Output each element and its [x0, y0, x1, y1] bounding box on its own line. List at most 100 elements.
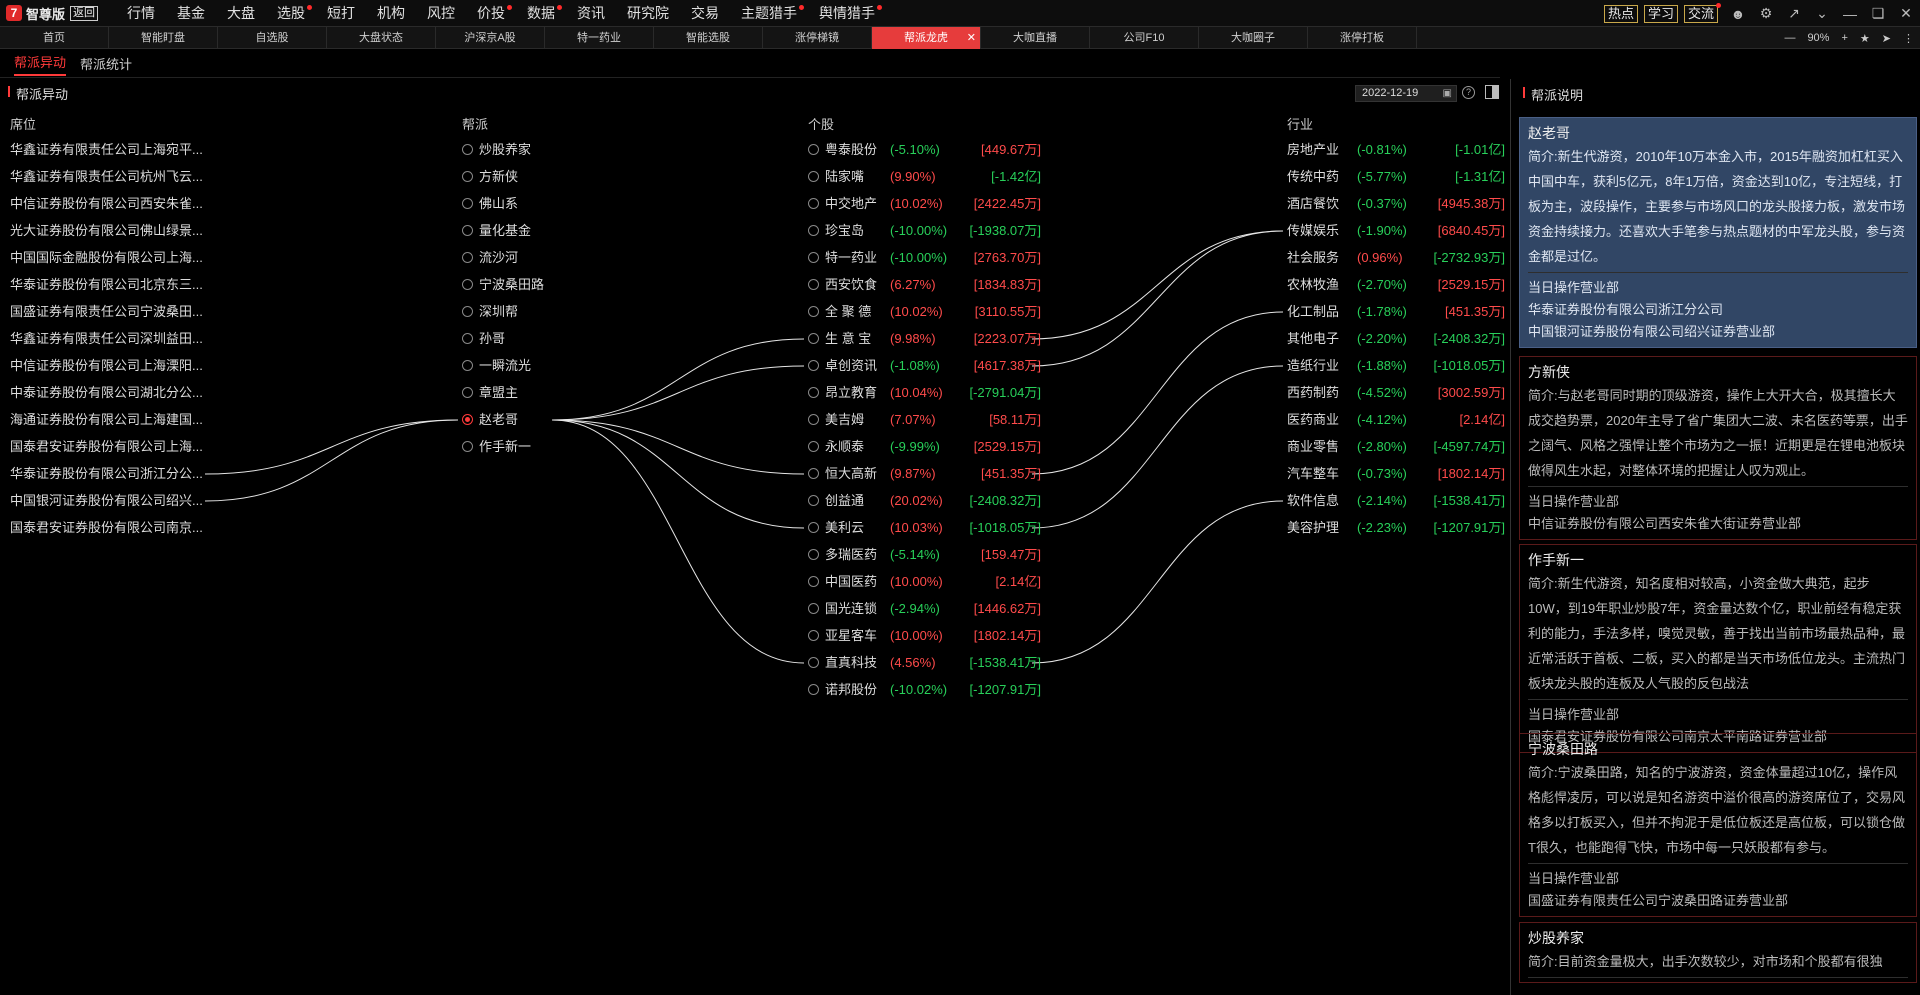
radio-button[interactable] [808, 657, 819, 668]
radio-button[interactable] [808, 387, 819, 398]
seat-row[interactable]: 国泰君安证券股份有限公司南京... [10, 517, 210, 539]
tab[interactable]: 智能选股 [654, 26, 763, 49]
stock-row[interactable]: 特一药业 (-10.00%) [2763.70万] [808, 247, 1041, 269]
stock-row[interactable]: 全 聚 德 (10.02%) [3110.55万] [808, 301, 1041, 323]
industry-row[interactable]: 软件信息 (-2.14%) [-1538.41万] [1287, 490, 1505, 512]
stock-row[interactable]: 卓创资讯 (-1.08%) [4617.38万] [808, 355, 1041, 377]
menu-item[interactable]: 资讯 [566, 0, 616, 27]
radio-button[interactable] [808, 576, 819, 587]
radio-button[interactable] [462, 306, 473, 317]
faction-row[interactable]: 佛山系 [462, 193, 518, 215]
radio-button[interactable] [462, 252, 473, 263]
seat-row[interactable]: 华鑫证券有限责任公司杭州飞云... [10, 166, 210, 188]
zoom-out-icon[interactable]: — [1784, 32, 1795, 44]
seat-row[interactable]: 国泰君安证券股份有限公司上海... [10, 436, 210, 458]
radio-button[interactable] [808, 630, 819, 641]
radio-button[interactable] [808, 252, 819, 263]
zoom-in-icon[interactable]: + [1841, 32, 1847, 44]
faction-card[interactable]: 作手新一 简介:新生代游资，知名度相对较高，小资金做大典范，起步10W，到19年职… [1519, 544, 1917, 753]
tab[interactable]: 首页 [0, 26, 109, 49]
tab[interactable]: 大盘状态 [327, 26, 436, 49]
industry-row[interactable]: 美容护理 (-2.23%) [-1207.91万] [1287, 517, 1505, 539]
faction-row[interactable]: 炒股养家 [462, 139, 531, 161]
radio-button[interactable] [808, 414, 819, 425]
faction-card[interactable]: 赵老哥 简介:新生代游资，2010年10万本金入市，2015年融资加杠杠买入中国中… [1519, 117, 1917, 348]
stock-row[interactable]: 亚星客车 (10.00%) [1802.14万] [808, 625, 1041, 647]
menu-item[interactable]: 价投 [466, 0, 516, 27]
chevron-down-icon[interactable]: ⌄ [1808, 5, 1836, 22]
seat-row[interactable]: 华泰证券股份有限公司北京东三... [10, 274, 210, 296]
settings-icon[interactable]: ⚙ [1752, 5, 1780, 22]
menu-item[interactable]: 大盘 [216, 0, 266, 27]
seat-row[interactable]: 海通证券股份有限公司上海建国... [10, 409, 210, 431]
favorite-icon[interactable]: ★ [1860, 32, 1870, 45]
radio-button[interactable] [462, 198, 473, 209]
stock-row[interactable]: 陆家嘴 (9.90%) [-1.42亿] [808, 166, 1041, 188]
tab[interactable]: 自选股 [218, 26, 327, 49]
radio-button[interactable] [808, 279, 819, 290]
layout-toggle-icon[interactable] [1485, 85, 1499, 99]
faction-row[interactable]: 作手新一 [462, 436, 531, 458]
radio-button[interactable] [462, 414, 473, 425]
stock-row[interactable]: 昂立教育 (10.04%) [-2791.04万] [808, 382, 1041, 404]
stock-row[interactable]: 粤泰股份 (-5.10%) [449.67万] [808, 139, 1041, 161]
menu-item[interactable]: 数据 [516, 0, 566, 27]
stock-row[interactable]: 诺邦股份 (-10.02%) [-1207.91万] [808, 679, 1041, 701]
faction-row[interactable]: 量化基金 [462, 220, 531, 242]
faction-card[interactable]: 宁波桑田路 简介:宁波桑田路，知名的宁波游资，资金体量超过10亿，操作风格彪悍凌厉… [1519, 733, 1917, 917]
close-icon[interactable]: ✕ [1892, 5, 1920, 22]
seat-row[interactable]: 华泰证券股份有限公司浙江分公... [10, 463, 210, 485]
stock-row[interactable]: 直真科技 (4.56%) [-1538.41万] [808, 652, 1041, 674]
stock-row[interactable]: 中国医药 (10.00%) [2.14亿] [808, 571, 1041, 593]
faction-row[interactable]: 章盟主 [462, 382, 518, 404]
radio-button[interactable] [462, 387, 473, 398]
restore-icon[interactable]: ❏ [1864, 5, 1892, 22]
stock-row[interactable]: 创益通 (20.02%) [-2408.32万] [808, 490, 1041, 512]
radio-button[interactable] [462, 333, 473, 344]
seat-row[interactable]: 国盛证券有限责任公司宁波桑田... [10, 301, 210, 323]
learn-button[interactable]: 学习 [1643, 4, 1678, 23]
stock-row[interactable]: 美吉姆 (7.07%) [58.11万] [808, 409, 1041, 431]
app-logo[interactable]: 7 智尊版 返回 [0, 0, 104, 27]
industry-row[interactable]: 其他电子 (-2.20%) [-2408.32万] [1287, 328, 1505, 350]
industry-row[interactable]: 西药制药 (-4.52%) [3002.59万] [1287, 382, 1505, 404]
radio-button[interactable] [462, 441, 473, 452]
stock-row[interactable]: 西安饮食 (6.27%) [1834.83万] [808, 274, 1041, 296]
calendar-icon[interactable]: ▣ [1443, 86, 1452, 101]
industry-row[interactable]: 酒店餐饮 (-0.37%) [4945.38万] [1287, 193, 1505, 215]
return-badge[interactable]: 返回 [70, 5, 99, 21]
seat-row[interactable]: 中国银河证券股份有限公司绍兴... [10, 490, 210, 512]
tab[interactable]: 沪深京A股 [436, 26, 545, 49]
stock-row[interactable]: 永顺泰 (-9.99%) [2529.15万] [808, 436, 1041, 458]
seat-row[interactable]: 中国国际金融股份有限公司上海... [10, 247, 210, 269]
menu-item[interactable]: 基金 [166, 0, 216, 27]
stock-row[interactable]: 生 意 宝 (9.98%) [2223.07万] [808, 328, 1041, 350]
radio-button[interactable] [808, 225, 819, 236]
stock-row[interactable]: 多瑞医药 (-5.14%) [159.47万] [808, 544, 1041, 566]
industry-row[interactable]: 商业零售 (-2.80%) [-4597.74万] [1287, 436, 1505, 458]
radio-button[interactable] [462, 144, 473, 155]
tab[interactable]: 帮派龙虎 ✕ [872, 26, 981, 49]
stock-row[interactable]: 中交地产 (10.02%) [2422.45万] [808, 193, 1041, 215]
radio-button[interactable] [808, 684, 819, 695]
faction-row[interactable]: 深圳帮 [462, 301, 518, 323]
industry-row[interactable]: 农林牧渔 (-2.70%) [2529.15万] [1287, 274, 1505, 296]
tab-close-icon[interactable]: ✕ [967, 27, 976, 49]
menu-item[interactable]: 研究院 [616, 0, 680, 27]
stock-row[interactable]: 美利云 (10.03%) [-1018.05万] [808, 517, 1041, 539]
stock-row[interactable]: 恒大高新 (9.87%) [451.35万] [808, 463, 1041, 485]
industry-row[interactable]: 社会服务 (0.96%) [-2732.93万] [1287, 247, 1505, 269]
seat-row[interactable]: 中信证券股份有限公司上海溧阳... [10, 355, 210, 377]
more-icon[interactable]: ⋮ [1903, 32, 1914, 45]
radio-button[interactable] [462, 360, 473, 371]
subtab-faction-movement[interactable]: 帮派异动 [14, 52, 67, 76]
faction-row[interactable]: 一瞬流光 [462, 355, 531, 377]
radio-button[interactable] [808, 549, 819, 560]
radio-button[interactable] [462, 225, 473, 236]
industry-row[interactable]: 传媒娱乐 (-1.90%) [6840.45万] [1287, 220, 1505, 242]
radio-button[interactable] [462, 279, 473, 290]
radio-button[interactable] [808, 306, 819, 317]
faction-row[interactable]: 方新侠 [462, 166, 518, 188]
seat-row[interactable]: 中泰证券股份有限公司湖北分公... [10, 382, 210, 404]
faction-card[interactable]: 方新侠 简介:与赵老哥同时期的顶级游资，操作上大开大合，极其擅长大成交趋势票，20… [1519, 356, 1917, 540]
